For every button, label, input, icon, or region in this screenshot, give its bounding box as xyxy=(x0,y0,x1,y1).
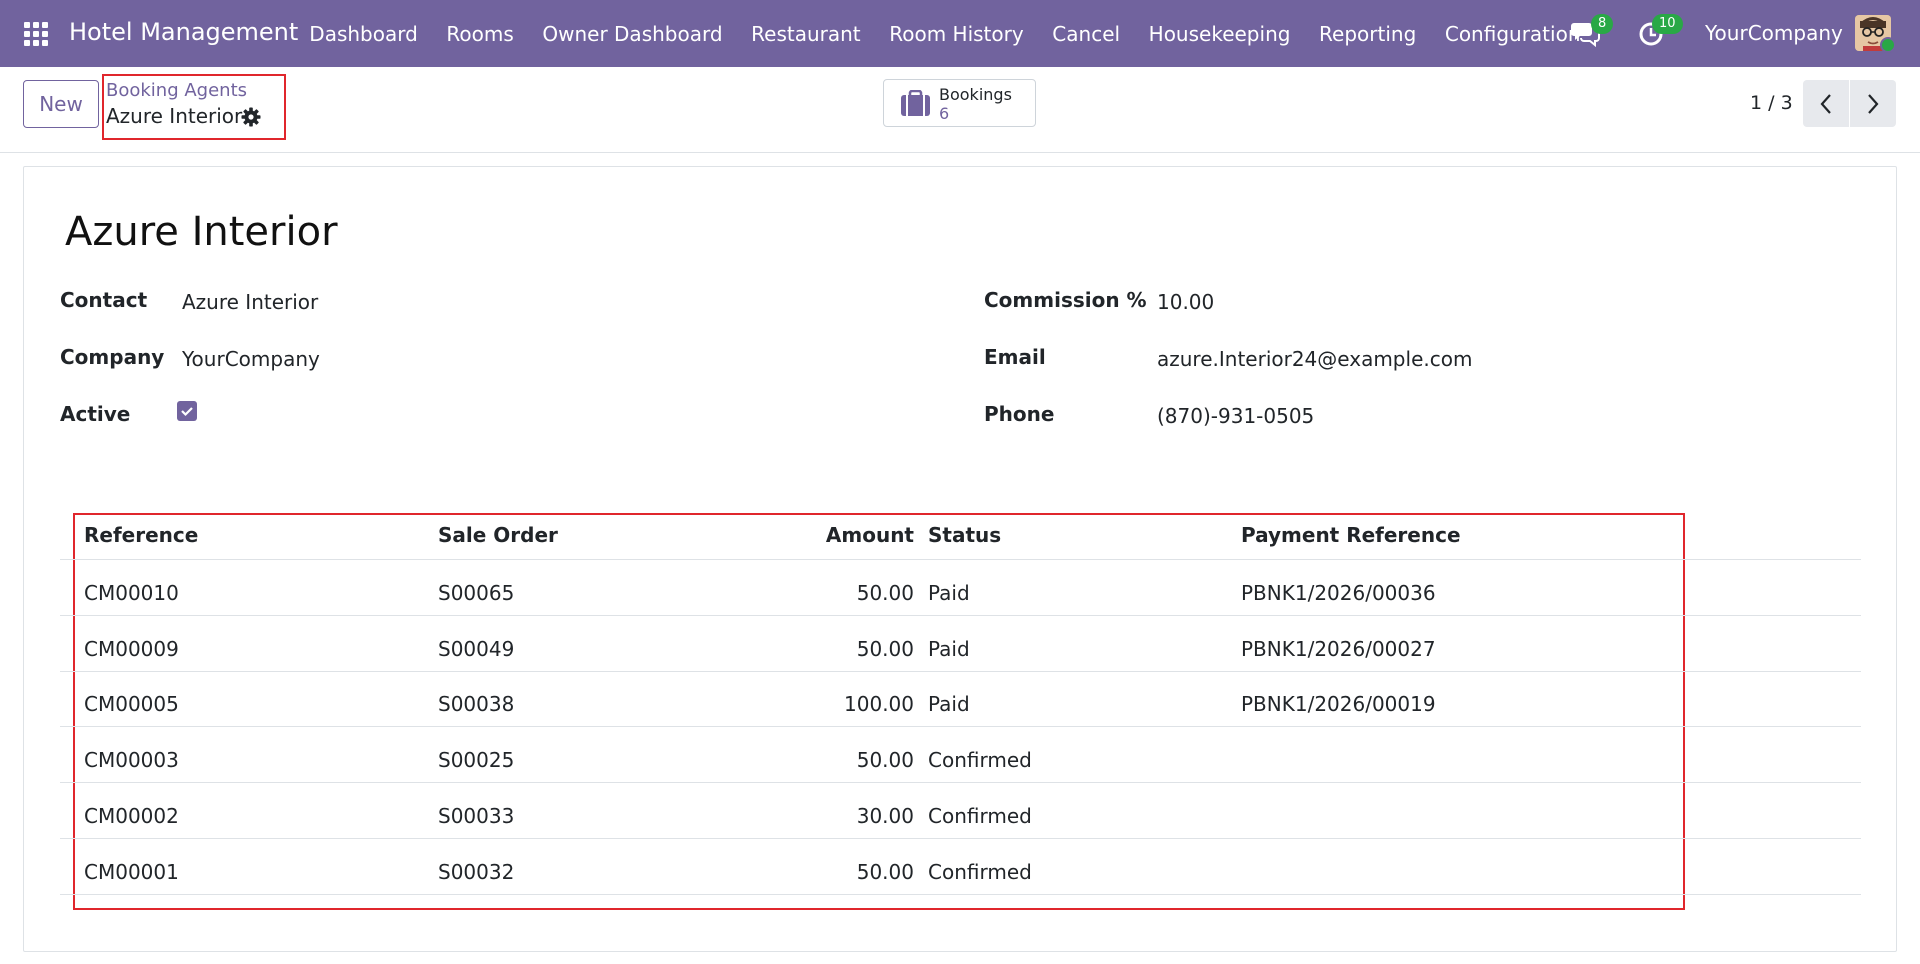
table-row-divider xyxy=(60,726,1861,728)
cell-payment-reference[interactable]: PBNK1/2026/00019 xyxy=(1241,692,1436,716)
cell-sale-order[interactable]: S00025 xyxy=(438,748,514,772)
cell-status[interactable]: Confirmed xyxy=(928,748,1032,772)
active-checkbox[interactable] xyxy=(177,401,197,421)
cell-reference[interactable]: CM00010 xyxy=(84,581,179,605)
cell-sale-order[interactable]: S00065 xyxy=(438,581,514,605)
table-row-divider xyxy=(60,782,1861,784)
cell-amount[interactable]: 30.00 xyxy=(714,804,914,828)
cell-status[interactable]: Confirmed xyxy=(928,860,1032,884)
company-field[interactable]: YourCompany xyxy=(182,347,320,371)
table-row-divider xyxy=(60,670,1861,672)
pager-next-button[interactable] xyxy=(1850,80,1896,127)
form-sheet: Azure Interior Contact Azure Interior Co… xyxy=(23,166,1897,952)
table-header-divider xyxy=(60,559,1861,560)
bookings-smart-button[interactable]: Bookings 6 xyxy=(883,79,1036,127)
pager-previous-button[interactable] xyxy=(1803,80,1849,127)
chevron-left-icon xyxy=(1820,93,1831,114)
cell-reference[interactable]: CM00001 xyxy=(84,860,179,884)
breadcrumb: Booking Agents Azure Interior xyxy=(102,74,286,140)
cell-amount[interactable]: 50.00 xyxy=(714,637,914,661)
menu-item-cancel[interactable]: Cancel xyxy=(1038,22,1134,46)
cell-payment-reference[interactable]: PBNK1/2026/00027 xyxy=(1241,637,1436,661)
top-navbar: Hotel Management Dashboard Rooms Owner D… xyxy=(0,0,1920,67)
cell-sale-order[interactable]: S00032 xyxy=(438,860,514,884)
cell-reference[interactable]: CM00009 xyxy=(84,637,179,661)
contact-field[interactable]: Azure Interior xyxy=(182,290,318,314)
messages-count-badge: 8 xyxy=(1591,14,1614,34)
menu-item-owner-dashboard[interactable]: Owner Dashboard xyxy=(528,22,737,46)
company-label: Company xyxy=(60,345,165,369)
cell-reference[interactable]: CM00003 xyxy=(84,748,179,772)
cell-amount[interactable]: 100.00 xyxy=(714,692,914,716)
cell-status[interactable]: Paid xyxy=(928,692,970,716)
pager-value[interactable]: 1 / 3 xyxy=(1750,92,1793,114)
column-header-amount[interactable]: Amount xyxy=(714,523,914,547)
cell-amount[interactable]: 50.00 xyxy=(714,860,914,884)
contact-label: Contact xyxy=(60,288,148,312)
app-name[interactable]: Hotel Management xyxy=(69,18,298,46)
cell-payment-reference[interactable]: PBNK1/2026/00036 xyxy=(1241,581,1436,605)
cell-status[interactable]: Paid xyxy=(928,581,970,605)
commission-field[interactable]: 10.00 xyxy=(1157,290,1214,314)
commission-label: Commission % xyxy=(984,288,1147,312)
cell-sale-order[interactable]: S00033 xyxy=(438,804,514,828)
cell-status[interactable]: Confirmed xyxy=(928,804,1032,828)
cell-amount[interactable]: 50.00 xyxy=(714,748,914,772)
phone-field[interactable]: (870)-931-0505 xyxy=(1157,404,1314,428)
gear-icon[interactable] xyxy=(241,107,261,127)
menu-item-reporting[interactable]: Reporting xyxy=(1305,22,1431,46)
cell-reference[interactable]: CM00005 xyxy=(84,692,179,716)
company-switcher[interactable]: YourCompany xyxy=(1705,21,1843,45)
cell-sale-order[interactable]: S00038 xyxy=(438,692,514,716)
cell-reference[interactable]: CM00002 xyxy=(84,804,179,828)
menu-item-rooms[interactable]: Rooms xyxy=(432,22,528,46)
menu-item-dashboard[interactable]: Dashboard xyxy=(295,22,432,46)
cell-sale-order[interactable]: S00049 xyxy=(438,637,514,661)
main-menu: Dashboard Rooms Owner Dashboard Restaura… xyxy=(295,0,1595,67)
menu-item-housekeeping[interactable]: Housekeeping xyxy=(1134,22,1304,46)
column-header-payment-reference[interactable]: Payment Reference xyxy=(1241,523,1461,547)
breadcrumb-current: Azure Interior xyxy=(106,104,243,128)
suitcase-icon xyxy=(900,89,931,117)
chevron-right-icon xyxy=(1868,93,1879,114)
record-title[interactable]: Azure Interior xyxy=(65,209,338,255)
new-button[interactable]: New xyxy=(23,80,99,128)
active-label: Active xyxy=(60,402,131,426)
checkmark-icon xyxy=(181,407,193,417)
table-row-divider xyxy=(60,615,1861,616)
breadcrumb-parent-link[interactable]: Booking Agents xyxy=(106,80,247,101)
email-field[interactable]: azure.Interior24@example.com xyxy=(1157,347,1472,371)
cell-amount[interactable]: 50.00 xyxy=(714,581,914,605)
table-row-divider xyxy=(60,837,1861,839)
email-label: Email xyxy=(984,345,1046,369)
column-header-status[interactable]: Status xyxy=(928,523,1001,547)
menu-item-restaurant[interactable]: Restaurant xyxy=(737,22,875,46)
column-header-reference[interactable]: Reference xyxy=(84,523,198,547)
column-header-sale-order[interactable]: Sale Order xyxy=(438,523,558,547)
table-row-divider xyxy=(60,893,1861,895)
bookings-count: 6 xyxy=(939,104,950,123)
cell-status[interactable]: Paid xyxy=(928,637,970,661)
phone-label: Phone xyxy=(984,402,1055,426)
online-status-icon xyxy=(1880,37,1896,53)
control-panel: New Booking Agents Azure Interior Bookin… xyxy=(0,67,1920,153)
bookings-label: Bookings xyxy=(939,85,1012,104)
apps-menu-icon[interactable] xyxy=(24,22,50,46)
activities-count-badge: 10 xyxy=(1652,14,1683,34)
menu-item-room-history[interactable]: Room History xyxy=(875,22,1038,46)
